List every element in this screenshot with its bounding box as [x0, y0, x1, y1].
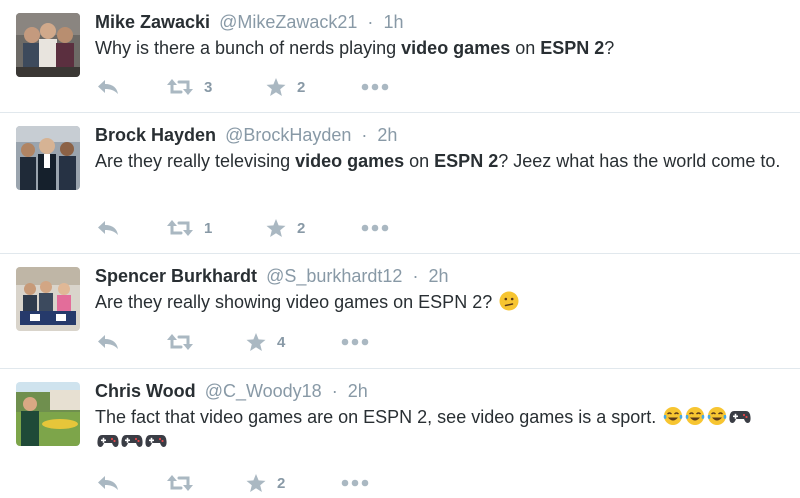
- game-controller-emoji: [121, 435, 143, 447]
- favorite-count: 2: [297, 78, 306, 96]
- timestamp[interactable]: 2h: [428, 266, 448, 286]
- favorite-star-icon: [266, 77, 286, 96]
- favorite-button[interactable]: 2: [246, 472, 285, 494]
- timestamp[interactable]: 2h: [348, 381, 368, 401]
- favorite-star-icon: [246, 473, 266, 492]
- reply-icon: [98, 335, 118, 349]
- more-options-button[interactable]: [341, 472, 369, 494]
- tears-of-joy-emoji: [686, 407, 705, 425]
- reply-icon: [98, 221, 118, 235]
- more-dots-icon: [361, 224, 389, 232]
- more-dots-icon: [341, 479, 369, 487]
- highlighted-term: ESPN 2: [540, 38, 605, 58]
- separator-dot: ·: [367, 12, 374, 32]
- reply-icon: [98, 476, 118, 490]
- tweet[interactable]: Brock Hayden @BrockHayden · 2h Are they …: [0, 113, 800, 254]
- more-dots-icon: [341, 338, 369, 346]
- confused-face-emoji: [499, 291, 519, 311]
- more-dots-icon: [361, 83, 389, 91]
- author-handle[interactable]: @C_Woody18: [205, 381, 322, 401]
- reply-icon: [98, 80, 118, 94]
- author-name[interactable]: Spencer Burkhardt: [95, 266, 257, 286]
- reply-button[interactable]: [97, 217, 119, 239]
- tweet-timeline: Mike Zawacki @MikeZawack21 · 1h Why is t…: [0, 0, 800, 498]
- author-name[interactable]: Brock Hayden: [95, 125, 216, 145]
- game-controller-emoji: [729, 411, 751, 423]
- tweet[interactable]: Mike Zawacki @MikeZawack21 · 1h Why is t…: [0, 0, 800, 113]
- retweet-icon: [167, 79, 193, 95]
- more-options-button[interactable]: [361, 217, 389, 239]
- retweet-button[interactable]: 3: [167, 76, 212, 98]
- avatar[interactable]: [16, 13, 80, 77]
- retweet-button[interactable]: [167, 472, 193, 494]
- game-controller-emoji: [97, 435, 119, 447]
- separator-dot: ·: [331, 381, 338, 401]
- favorite-button[interactable]: 2: [266, 76, 305, 98]
- separator-dot: ·: [412, 266, 419, 286]
- tears-of-joy-emoji: [664, 407, 683, 425]
- avatar[interactable]: [16, 382, 80, 446]
- author-handle[interactable]: @S_burkhardt12: [266, 266, 402, 286]
- favorite-star-icon: [246, 332, 266, 351]
- author-name[interactable]: Mike Zawacki: [95, 12, 210, 32]
- tweet-text: Why is there a bunch of nerds playing vi…: [95, 38, 615, 58]
- retweet-icon: [167, 334, 193, 350]
- separator-dot: ·: [361, 125, 368, 145]
- retweet-button[interactable]: 1: [167, 217, 212, 239]
- tweet-text: Are they really showing video games on E…: [95, 290, 792, 314]
- author-name[interactable]: Chris Wood: [95, 381, 196, 401]
- favorite-count: 4: [277, 333, 286, 351]
- highlighted-term: video games: [295, 151, 405, 171]
- tweet[interactable]: Chris Wood @C_Woody18 · 2h The fact that…: [0, 369, 800, 498]
- reply-button[interactable]: [97, 472, 119, 494]
- highlighted-term: ESPN 2: [434, 151, 499, 171]
- more-options-button[interactable]: [341, 331, 369, 353]
- favorite-button[interactable]: 2: [266, 217, 305, 239]
- retweet-count: 3: [204, 78, 213, 96]
- favorite-count: 2: [297, 219, 306, 237]
- avatar[interactable]: [16, 267, 80, 331]
- highlighted-term: video games: [401, 38, 511, 58]
- tweet-text: The fact that video games are on ESPN 2,…: [95, 405, 792, 453]
- tweet[interactable]: Spencer Burkhardt @S_burkhardt12 · 2h Ar…: [0, 254, 800, 369]
- avatar[interactable]: [16, 126, 80, 190]
- favorite-star-icon: [266, 218, 286, 237]
- favorite-count: 2: [277, 474, 286, 492]
- reply-button[interactable]: [97, 331, 119, 353]
- author-handle[interactable]: @MikeZawack21: [219, 12, 357, 32]
- reply-button[interactable]: [97, 76, 119, 98]
- retweet-icon: [167, 220, 193, 236]
- retweet-icon: [167, 475, 193, 491]
- timestamp[interactable]: 2h: [377, 125, 397, 145]
- game-controller-emoji: [145, 435, 167, 447]
- tweet-text: Are they really televising video games o…: [95, 151, 781, 171]
- author-handle[interactable]: @BrockHayden: [225, 125, 351, 145]
- retweet-count: 1: [204, 219, 213, 237]
- more-options-button[interactable]: [361, 76, 389, 98]
- favorite-button[interactable]: 4: [246, 331, 285, 353]
- retweet-button[interactable]: [167, 331, 193, 353]
- timestamp[interactable]: 1h: [383, 12, 403, 32]
- tears-of-joy-emoji: [708, 407, 727, 425]
